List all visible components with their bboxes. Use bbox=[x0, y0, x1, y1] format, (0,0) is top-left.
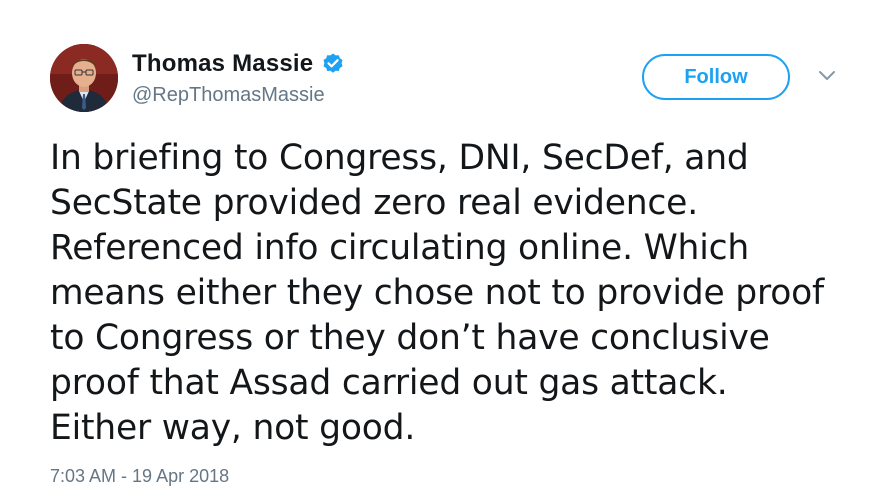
author-name-row: Thomas Massie bbox=[132, 48, 345, 80]
author-display-name[interactable]: Thomas Massie bbox=[132, 50, 313, 78]
chevron-down-icon[interactable] bbox=[816, 68, 838, 84]
tweet-text: In briefing to Congress, DNI, SecDef, an… bbox=[50, 138, 824, 448]
tweet-timestamp[interactable]: 7:03 AM - 19 Apr 2018 bbox=[50, 466, 229, 487]
avatar[interactable] bbox=[50, 44, 118, 112]
verified-badge-icon bbox=[321, 52, 345, 76]
tweet-card: Thomas Massie @RepThomasMassie Follow In… bbox=[0, 0, 890, 502]
author-handle[interactable]: @RepThomasMassie bbox=[132, 84, 325, 107]
profile-photo-icon bbox=[50, 44, 118, 112]
follow-button[interactable]: Follow bbox=[642, 54, 790, 100]
